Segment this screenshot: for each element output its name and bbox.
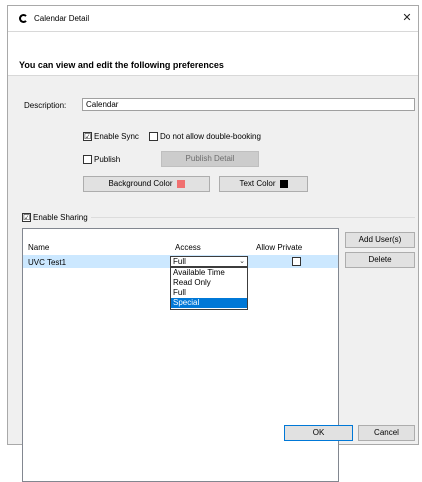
publish-label: Publish xyxy=(94,155,121,164)
row-user-name: UVC Test1 xyxy=(28,258,67,267)
double-booking-checkbox[interactable] xyxy=(149,132,158,141)
enable-sync-label: Enable Sync xyxy=(94,132,139,141)
description-input[interactable] xyxy=(82,98,415,111)
publish-checkbox[interactable] xyxy=(83,155,92,164)
delete-button[interactable]: Delete xyxy=(345,252,415,268)
access-select[interactable]: Full ⌄ xyxy=(170,256,248,267)
double-booking-label: Do not allow double-booking xyxy=(160,132,261,141)
allow-private-checkbox[interactable] xyxy=(292,257,301,266)
enable-sync-checkbox[interactable]: ☑ xyxy=(83,132,92,141)
access-option-read-only[interactable]: Read Only xyxy=(171,278,247,288)
calendar-app-icon xyxy=(19,14,28,23)
add-user-button[interactable]: Add User(s) xyxy=(345,232,415,248)
header-text: You can view and edit the following pref… xyxy=(19,60,224,70)
access-option-special[interactable]: Special xyxy=(171,298,247,308)
enable-sharing-label: Enable Sharing xyxy=(33,213,88,222)
publish-detail-button[interactable]: Publish Detail xyxy=(161,151,259,167)
access-select-value: Full xyxy=(173,257,186,266)
enable-sharing-checkbox[interactable]: ☑ xyxy=(22,213,31,222)
background-color-label: Background Color xyxy=(108,179,173,188)
header-band: You can view and edit the following pref… xyxy=(8,32,418,76)
title-bar: Calendar Detail ✕ xyxy=(8,6,418,32)
close-icon[interactable]: ✕ xyxy=(400,11,414,25)
column-header-name[interactable]: Name xyxy=(28,243,49,252)
access-option-available-time[interactable]: Available Time xyxy=(171,268,247,278)
background-color-button[interactable]: Background Color xyxy=(83,176,210,192)
text-color-label: Text Color xyxy=(239,179,276,188)
description-label: Description: xyxy=(24,101,67,110)
access-option-full[interactable]: Full xyxy=(171,288,247,298)
column-header-allow-private[interactable]: Allow Private xyxy=(256,243,302,252)
background-color-swatch xyxy=(176,179,185,188)
cancel-button[interactable]: Cancel xyxy=(358,425,415,441)
chevron-down-icon: ⌄ xyxy=(239,258,245,265)
sharing-group-line xyxy=(91,217,415,218)
window-title: Calendar Detail xyxy=(34,14,90,23)
text-color-swatch xyxy=(279,179,288,188)
access-options-list[interactable]: Available Time Read Only Full Special xyxy=(170,267,248,310)
text-color-button[interactable]: Text Color xyxy=(219,176,308,192)
ok-button[interactable]: OK xyxy=(284,425,353,441)
column-header-access[interactable]: Access xyxy=(175,243,201,252)
dialog-window: Calendar Detail ✕ You can view and edit … xyxy=(7,5,419,482)
